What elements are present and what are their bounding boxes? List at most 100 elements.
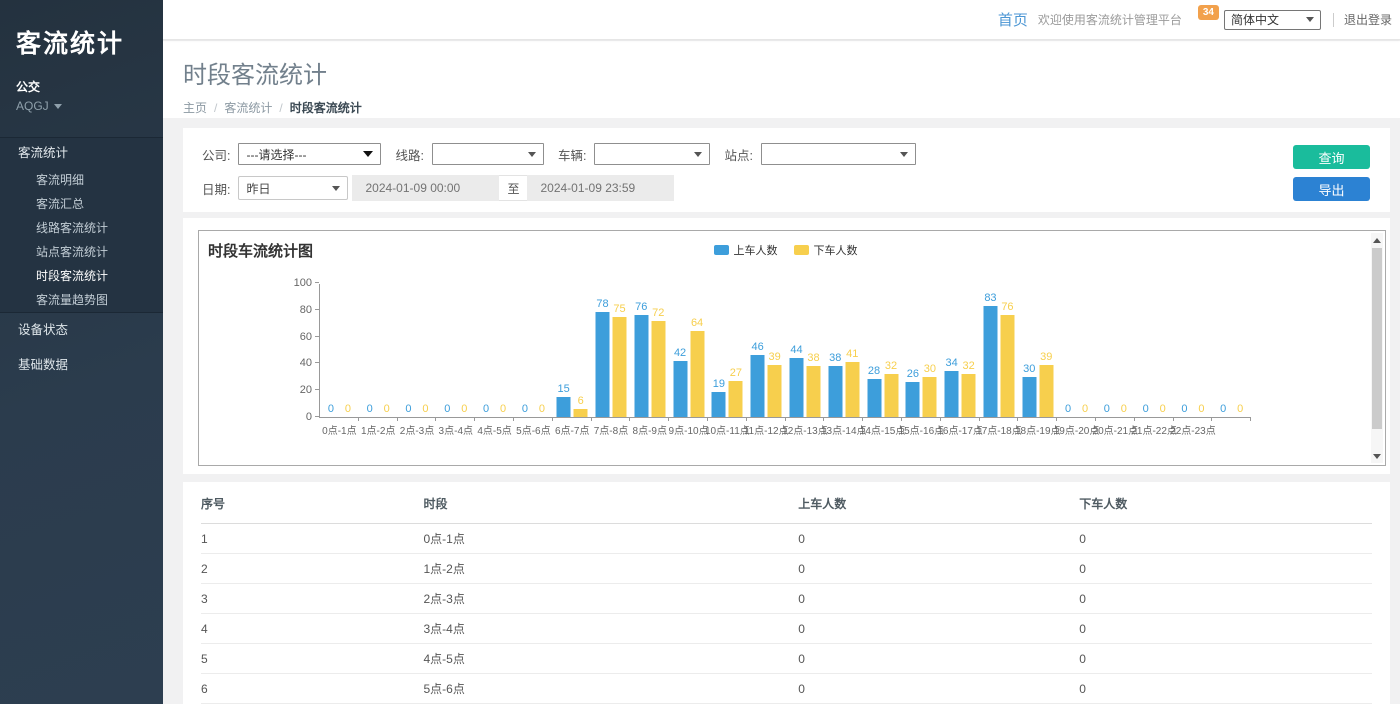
bar-column: 38 xyxy=(806,283,820,417)
bar[interactable] xyxy=(1039,365,1053,417)
bar-pair: 00 xyxy=(518,283,549,417)
date-start-input[interactable]: 2024-01-09 00:00 xyxy=(352,175,499,201)
notification-badge[interactable]: 34 xyxy=(1198,5,1219,20)
bar-column: 72 xyxy=(651,283,665,417)
bar-column: 27 xyxy=(729,283,743,417)
bar-column: 15 xyxy=(557,283,571,417)
bar-column: 76 xyxy=(1000,283,1014,417)
sidebar-item-客流量趋势图[interactable]: 客流量趋势图 xyxy=(0,288,163,312)
bar-group: 76728点-9点 xyxy=(630,283,669,417)
station-label: 站点: xyxy=(724,145,752,164)
bar[interactable] xyxy=(983,306,997,417)
bar-column: 32 xyxy=(962,283,976,417)
sidebar-item-线路客流统计[interactable]: 线路客流统计 xyxy=(0,216,163,240)
bar-column: 28 xyxy=(867,283,881,417)
bar-value-label: 30 xyxy=(924,363,936,375)
company-select[interactable]: ---请选择--- xyxy=(238,143,381,165)
scrollbar-thumb[interactable] xyxy=(1372,248,1382,429)
topbar: 首页 欢迎使用客流统计管理平台 34 简体中文 退出登录 xyxy=(163,0,1400,40)
bar[interactable] xyxy=(789,358,803,417)
y-axis-tick-label: 20 xyxy=(274,384,312,396)
legend-item-下车人数[interactable]: 下车人数 xyxy=(794,242,858,258)
bar[interactable] xyxy=(867,379,881,417)
bar-value-label: 42 xyxy=(674,347,686,359)
station-select[interactable] xyxy=(761,143,916,165)
bar[interactable] xyxy=(634,315,648,417)
sidebar-item-客流汇总[interactable]: 客流汇总 xyxy=(0,192,163,216)
bar[interactable] xyxy=(962,374,976,417)
bar-group: 005点-6点 xyxy=(514,283,553,417)
org-selector[interactable]: AQGJ xyxy=(0,95,163,113)
chart-scrollbar[interactable] xyxy=(1371,233,1383,463)
bar[interactable] xyxy=(828,366,842,417)
bar[interactable] xyxy=(906,382,920,417)
bar-value-label: 83 xyxy=(984,292,996,304)
table-cell: 4点-5点 xyxy=(423,644,798,674)
breadcrumb-item[interactable]: 主页 xyxy=(183,101,207,115)
bar[interactable] xyxy=(945,371,959,417)
sidebar-group-设备状态[interactable]: 设备状态 xyxy=(0,313,163,348)
bar-value-label: 72 xyxy=(652,307,664,319)
bar-chart-plot: 020406080100000点-1点001点-2点002点-3点003点-4点… xyxy=(319,284,1251,418)
bar-column: 76 xyxy=(634,283,648,417)
bar-pair: 00 xyxy=(363,283,394,417)
bar[interactable] xyxy=(557,397,571,417)
bar[interactable] xyxy=(1000,315,1014,417)
bar-value-label: 0 xyxy=(1220,403,1226,415)
bar[interactable] xyxy=(651,321,665,417)
breadcrumb-item[interactable]: 客流统计 xyxy=(224,101,272,115)
bar[interactable] xyxy=(690,331,704,417)
query-button[interactable]: 查询 xyxy=(1293,145,1370,169)
language-select[interactable]: 简体中文 xyxy=(1224,10,1321,30)
table-cell: 0 xyxy=(1079,554,1372,584)
bar-value-label: 26 xyxy=(907,368,919,380)
bar-column: 0 xyxy=(1194,283,1208,417)
bar[interactable] xyxy=(1022,377,1036,417)
bar[interactable] xyxy=(673,361,687,417)
x-axis-label: 3点-4点 xyxy=(439,422,473,437)
line-select[interactable] xyxy=(432,143,544,165)
line-label: 线路: xyxy=(395,145,423,164)
filter-row-1: 公司: ---请选择--- 线路: 车辆: 站点: xyxy=(202,143,1390,165)
bar[interactable] xyxy=(845,362,859,417)
bar[interactable] xyxy=(751,355,765,417)
bar[interactable] xyxy=(806,366,820,417)
bar-value-label: 27 xyxy=(730,367,742,379)
chevron-down-icon xyxy=(54,104,62,109)
bar-value-label: 0 xyxy=(444,403,450,415)
bar-group: 0022点-23点 xyxy=(1174,283,1213,417)
scroll-down-button[interactable] xyxy=(1371,449,1383,463)
logout-link[interactable]: 退出登录 xyxy=(1344,11,1392,28)
sidebar-item-站点客流统计[interactable]: 站点客流统计 xyxy=(0,240,163,264)
sidebar-item-客流明细[interactable]: 客流明细 xyxy=(0,168,163,192)
bar-value-label: 0 xyxy=(1065,403,1071,415)
table-cell: 0 xyxy=(798,524,1079,554)
sidebar-group-客流统计[interactable]: 客流统计 xyxy=(0,138,163,168)
bar[interactable] xyxy=(612,317,626,418)
bar[interactable] xyxy=(923,377,937,417)
bar-pair: 26 30 xyxy=(906,283,937,417)
y-axis-tick-label: 100 xyxy=(274,277,312,289)
home-link[interactable]: 首页 xyxy=(998,9,1028,30)
bar[interactable] xyxy=(712,392,726,417)
sidebar-group-基础数据[interactable]: 基础数据 xyxy=(0,348,163,383)
bar[interactable] xyxy=(884,374,898,417)
date-preset-select[interactable]: 昨日 xyxy=(238,176,348,200)
bar[interactable] xyxy=(729,381,743,417)
date-end-input[interactable]: 2024-01-09 23:59 xyxy=(527,175,674,201)
sidebar-item-时段客流统计[interactable]: 时段客流统计 xyxy=(0,264,163,288)
vehicle-select[interactable] xyxy=(594,143,710,165)
legend-item-上车人数[interactable]: 上车人数 xyxy=(714,242,778,258)
sidebar-group-expanded: 客流统计客流明细客流汇总线路客流统计站点客流统计时段客流统计客流量趋势图 xyxy=(0,137,163,313)
export-button[interactable]: 导出 xyxy=(1293,177,1370,201)
bar-column: 0 xyxy=(1078,283,1092,417)
bar-pair: 3841 xyxy=(828,283,859,417)
bar-column: 0 xyxy=(1216,283,1230,417)
bar-column: 0 xyxy=(1117,283,1131,417)
bar[interactable] xyxy=(595,312,609,417)
bar[interactable] xyxy=(768,365,782,417)
bar-column: 42 xyxy=(673,283,687,417)
bar[interactable] xyxy=(574,409,588,417)
bar-column: 64 xyxy=(690,283,704,417)
scroll-up-button[interactable] xyxy=(1371,233,1383,247)
